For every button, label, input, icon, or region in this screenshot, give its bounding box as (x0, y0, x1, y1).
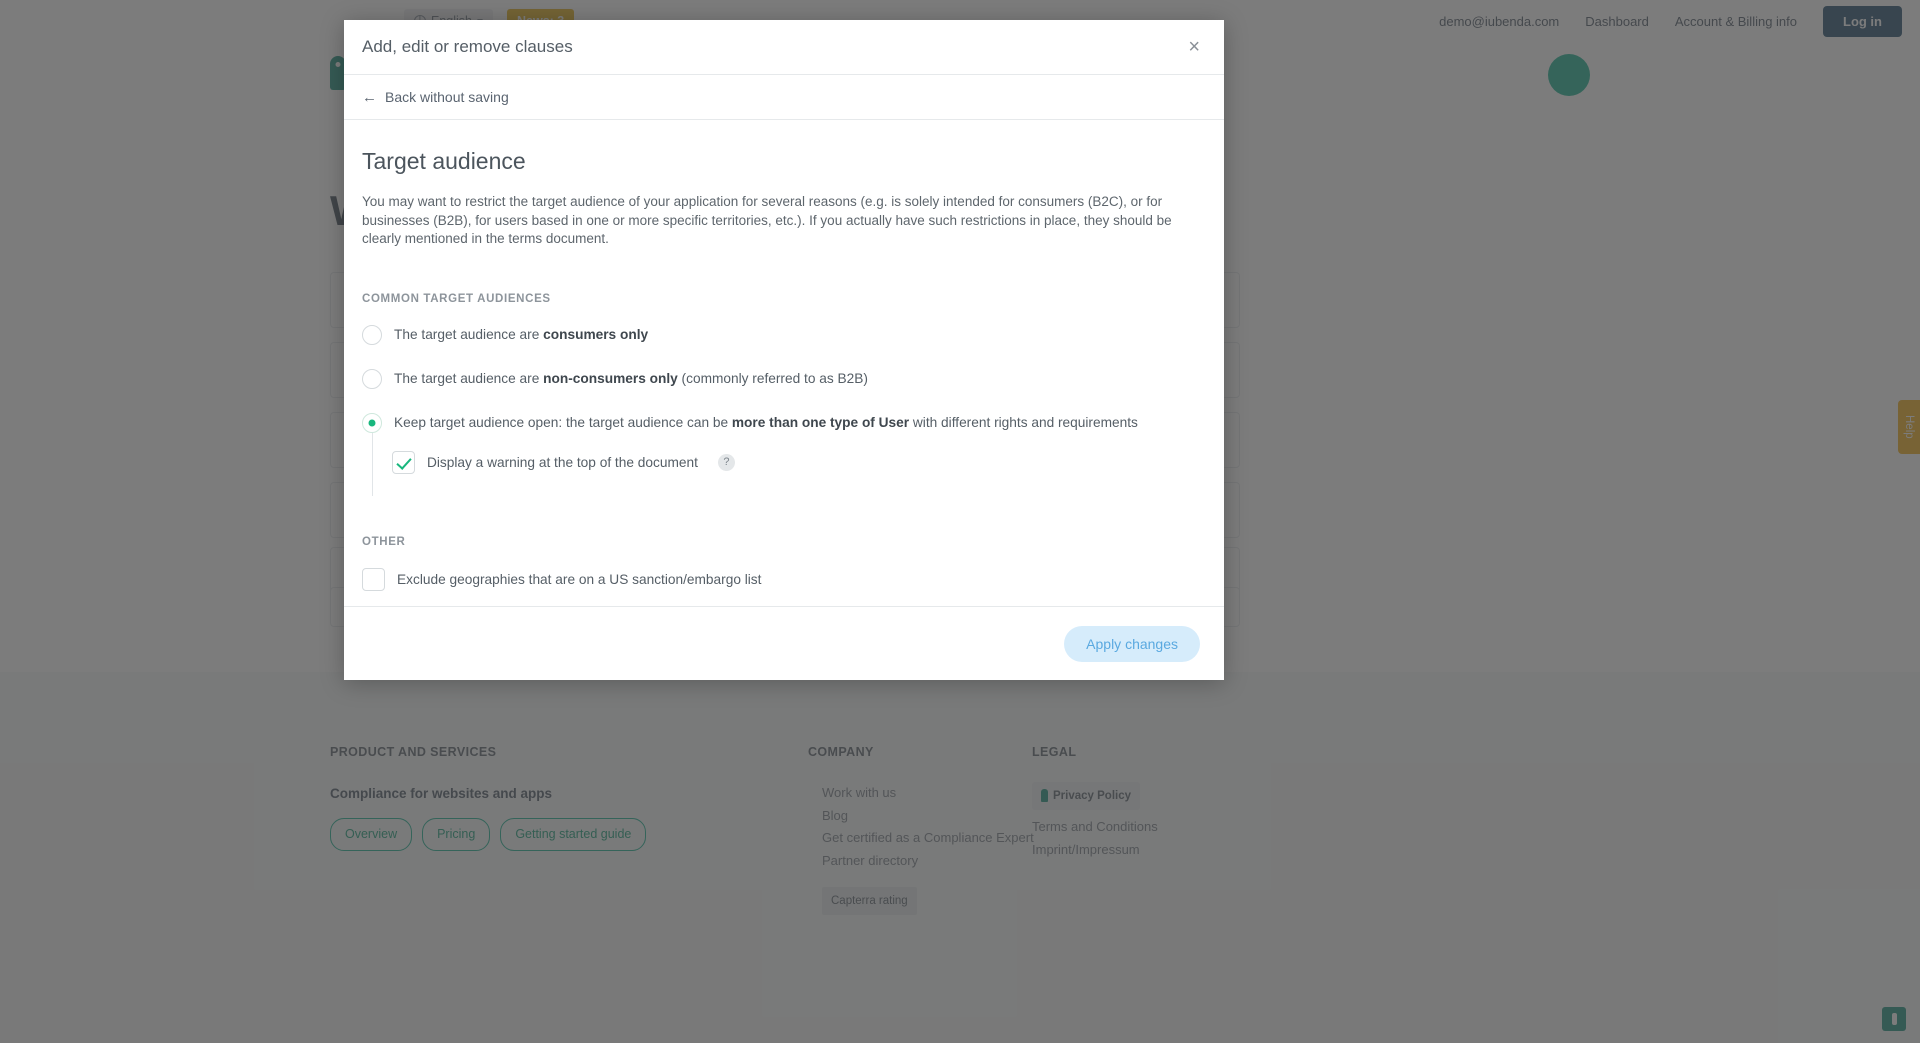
close-icon[interactable]: × (1182, 33, 1206, 61)
radio-option-keep-open[interactable]: Keep target audience open: the target au… (362, 412, 1196, 433)
radio-label-strong: non-consumers only (543, 371, 678, 387)
apply-changes-button[interactable]: Apply changes (1064, 625, 1200, 662)
radio-option-non-consumers-only[interactable]: The target audience are non-consumers on… (362, 368, 1196, 389)
radio-option-label: The target audience are consumers only (394, 327, 648, 342)
radio-label-strong: consumers only (543, 327, 649, 343)
group-label-common-target-audiences: COMMON TARGET AUDIENCES (362, 292, 551, 305)
section-heading: Target audience (362, 148, 526, 174)
radio-option-label: The target audience are non-consumers on… (394, 371, 868, 386)
clauses-modal: Add, edit or remove clauses × ← Back wit… (344, 20, 1224, 680)
modal-body[interactable]: Target audience You may want to restrict… (344, 120, 1224, 606)
checkbox-icon-checked[interactable] (392, 450, 415, 474)
radio-option-label: Keep target audience open: the target au… (394, 415, 1138, 430)
radio-label-prefix: The target audience are (394, 327, 544, 343)
checkbox-display-warning[interactable]: Display a warning at the top of the docu… (392, 450, 1196, 474)
other-section: OTHER Exclude geographies that are on a … (362, 536, 1196, 606)
radio-icon-selected[interactable] (362, 412, 382, 433)
radio-option-consumers-only[interactable]: The target audience are consumers only (362, 324, 1196, 345)
radio-label-prefix: Keep target audience open: the target au… (394, 415, 732, 431)
checkbox-icon[interactable] (362, 567, 385, 591)
back-without-saving-link[interactable]: ← Back without saving (362, 89, 509, 106)
checkbox-exclude-label: Exclude geographies that are on a US san… (397, 571, 762, 587)
modal-subheader: ← Back without saving (344, 75, 1224, 120)
radio-icon[interactable] (362, 324, 382, 345)
arrow-left-icon: ← (362, 88, 377, 106)
checkbox-exclude-sanctioned-geographies[interactable]: Exclude geographies that are on a US san… (362, 567, 1196, 591)
checkbox-display-warning-label: Display a warning at the top of the docu… (427, 454, 698, 470)
radio-label-strong: more than one type of User (731, 415, 910, 431)
modal-header: Add, edit or remove clauses × (344, 20, 1224, 75)
modal-title: Add, edit or remove clauses (362, 37, 573, 56)
back-link-label: Back without saving (385, 89, 509, 105)
radio-icon[interactable] (362, 368, 382, 389)
modal-footer: Apply changes (344, 606, 1224, 680)
radio-label-suffix: (commonly referred to as B2B) (677, 371, 868, 387)
radio-label-suffix: with different rights and requirements (909, 415, 1138, 431)
radio-label-prefix: The target audience are (394, 371, 544, 387)
help-icon[interactable]: ? (717, 453, 735, 471)
section-description: You may want to restrict the target audi… (362, 194, 1172, 247)
group-label-other: OTHER (362, 535, 406, 548)
nested-options-group: Display a warning at the top of the docu… (372, 432, 1196, 496)
